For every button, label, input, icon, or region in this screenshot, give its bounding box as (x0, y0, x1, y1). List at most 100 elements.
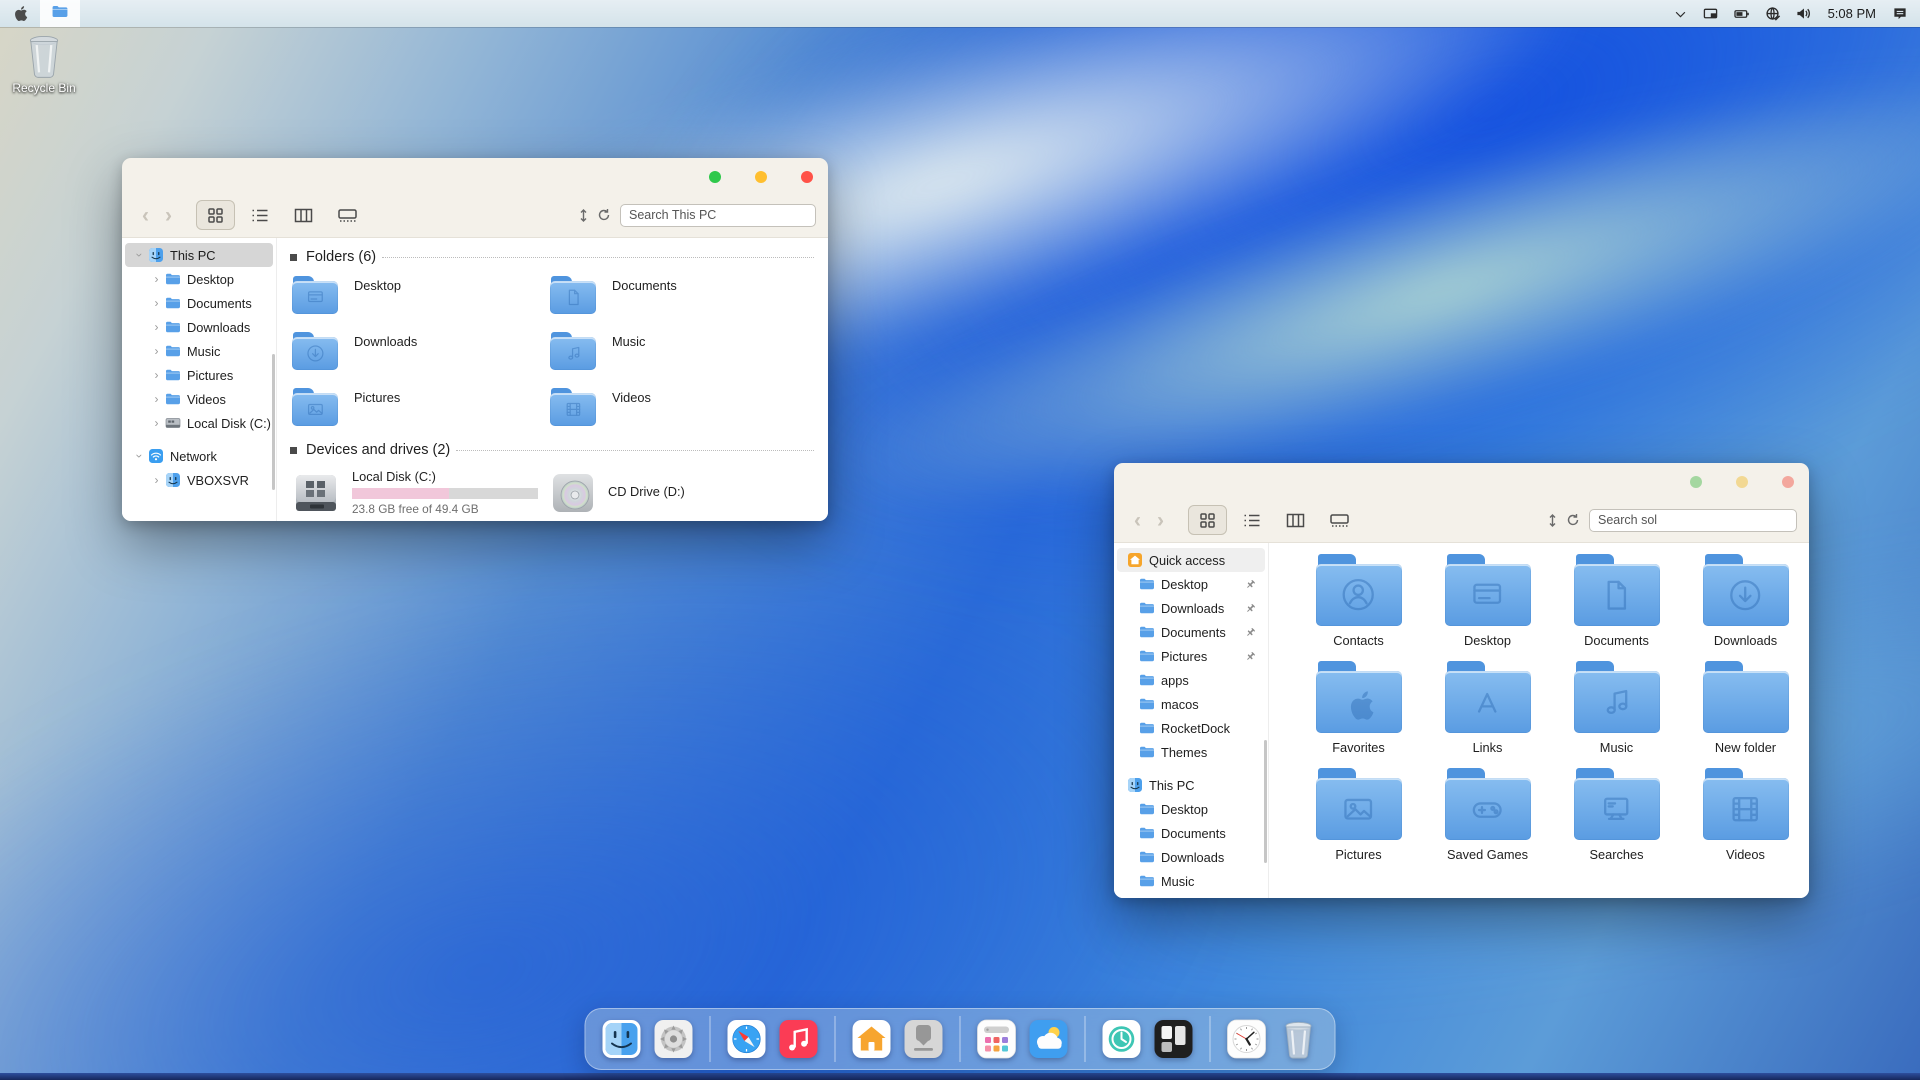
folder-tile[interactable]: Documents (550, 276, 808, 316)
sidebar-item[interactable]: This PC (125, 243, 273, 267)
dock-separator-icon[interactable] (1085, 1016, 1086, 1062)
minimize-button[interactable] (755, 171, 767, 183)
folder-tile[interactable]: Downloads (292, 332, 550, 372)
close-button[interactable] (801, 171, 813, 183)
file-grid-item[interactable]: Saved Games (1423, 768, 1552, 862)
forward-button[interactable]: › (157, 205, 180, 226)
chevron-up-tray-icon[interactable] (1673, 7, 1688, 21)
collapse-group-icon[interactable] (290, 447, 297, 454)
sidebar-item[interactable]: Themes (1117, 740, 1265, 764)
file-grid-item[interactable]: Contacts (1294, 554, 1423, 648)
dock-separator-icon[interactable] (1210, 1016, 1211, 1062)
recycle-bin[interactable]: Recycle Bin (6, 33, 82, 95)
file-grid-item[interactable]: New folder (1681, 661, 1809, 755)
file-grid-item[interactable]: Desktop (1423, 554, 1552, 648)
sidebar-item[interactable]: Pictures (125, 363, 273, 387)
folder-tile[interactable]: Videos (550, 388, 808, 428)
expander-icon[interactable] (150, 296, 163, 310)
expander-icon[interactable] (133, 249, 147, 262)
sidebar-item[interactable]: Desktop (125, 267, 273, 291)
dock-separator-icon[interactable] (835, 1016, 836, 1062)
file-grid-item[interactable]: Videos (1681, 768, 1809, 862)
sidebar-group-quick-access[interactable]: Quick access (1117, 548, 1265, 572)
close-button[interactable] (1782, 476, 1794, 488)
expander-icon[interactable] (150, 392, 163, 406)
dock-separator-icon[interactable] (710, 1016, 711, 1062)
drive-tile-cd[interactable]: CD Drive (D:) (550, 469, 808, 517)
sidebar-item[interactable]: Desktop (1117, 797, 1265, 821)
sidebar-item[interactable]: Network (125, 444, 273, 468)
back-button[interactable]: ‹ (134, 205, 157, 226)
sidebar-item[interactable]: Music (125, 339, 273, 363)
active-app-indicator[interactable] (40, 0, 80, 27)
maximize-button[interactable] (709, 171, 721, 183)
coverflow-view-button[interactable] (1320, 505, 1359, 535)
dock-launchpad-icon[interactable] (975, 1017, 1019, 1061)
sidebar-item[interactable]: Downloads (1117, 845, 1265, 869)
network-globe-icon[interactable] (1765, 6, 1781, 22)
folder-tile[interactable]: Pictures (292, 388, 550, 428)
sidebar-item[interactable]: Videos (125, 387, 273, 411)
window-titlebar[interactable] (122, 158, 828, 194)
list-view-button[interactable] (1232, 505, 1271, 535)
minimize-button[interactable] (1736, 476, 1748, 488)
dock-weather-icon[interactable] (1027, 1017, 1071, 1061)
drive-tile-local-disk[interactable]: Local Disk (C:) 23.8 GB free of 49.4 GB (292, 469, 550, 517)
sidebar-item[interactable]: Documents (125, 291, 273, 315)
expander-icon[interactable] (150, 320, 163, 334)
forward-button[interactable]: › (1149, 510, 1172, 531)
file-grid-item[interactable]: Pictures (1294, 768, 1423, 862)
window-titlebar[interactable] (1114, 463, 1809, 499)
expander-icon[interactable] (150, 368, 163, 382)
file-grid-item[interactable]: Documents (1552, 554, 1681, 648)
sidebar-item[interactable]: Music (1117, 869, 1265, 893)
file-grid-item[interactable]: Searches (1552, 768, 1681, 862)
expander-icon[interactable] (150, 473, 163, 487)
sidebar-item[interactable]: macos (1117, 692, 1265, 716)
dock-time-machine-icon[interactable] (1100, 1017, 1144, 1061)
sidebar-item[interactable]: apps (1117, 668, 1265, 692)
sidebar-item[interactable]: Documents (1117, 821, 1265, 845)
back-button[interactable]: ‹ (1126, 510, 1149, 531)
expander-icon[interactable] (150, 272, 163, 286)
dock-music-icon[interactable] (777, 1017, 821, 1061)
dock-trash-icon[interactable] (1277, 1017, 1321, 1061)
battery-icon[interactable] (1733, 7, 1751, 21)
columns-view-button[interactable] (1276, 505, 1315, 535)
sidebar-group-this-pc[interactable]: This PC (1117, 773, 1265, 797)
sidebar-scrollbar[interactable] (272, 354, 275, 490)
sidebar-scrollbar[interactable] (1264, 740, 1267, 863)
file-grid-item[interactable]: Downloads (1681, 554, 1809, 648)
columns-view-button[interactable] (284, 200, 323, 230)
dock-home-icon[interactable] (850, 1017, 894, 1061)
clock-time[interactable]: 5:08 PM (1828, 6, 1876, 21)
file-grid-item[interactable]: Favorites (1294, 661, 1423, 755)
collapse-group-icon[interactable] (290, 254, 297, 261)
dock-system-settings-icon[interactable] (652, 1017, 696, 1061)
search-input[interactable] (1589, 509, 1797, 532)
cast-display-icon[interactable] (1702, 6, 1719, 21)
maximize-button[interactable] (1690, 476, 1702, 488)
dock-dispenser-icon[interactable] (902, 1017, 946, 1061)
sidebar-item[interactable]: VBOXSVR (125, 468, 273, 492)
sidebar-item[interactable]: Local Disk (C:) (125, 411, 273, 435)
grid-view-button[interactable] (1188, 505, 1227, 535)
grid-view-button[interactable] (196, 200, 235, 230)
section-header-devices[interactable]: Devices and drives (2) (290, 438, 814, 462)
file-grid-item[interactable]: Music (1552, 661, 1681, 755)
dock-safari-icon[interactable] (725, 1017, 769, 1061)
file-grid-item[interactable]: Links (1423, 661, 1552, 755)
folder-tile[interactable]: Desktop (292, 276, 550, 316)
sort-order-icon[interactable] (1548, 514, 1557, 527)
coverflow-view-button[interactable] (328, 200, 367, 230)
list-view-button[interactable] (240, 200, 279, 230)
sidebar-item[interactable]: Documents (1117, 620, 1265, 644)
volume-icon[interactable] (1795, 6, 1812, 21)
search-input[interactable] (620, 204, 816, 227)
folder-tile[interactable]: Music (550, 332, 808, 372)
dock-window-tiles-icon[interactable] (1152, 1017, 1196, 1061)
expander-icon[interactable] (150, 416, 163, 430)
sidebar-item[interactable]: Downloads (1117, 596, 1265, 620)
dock-finder-icon[interactable] (600, 1017, 644, 1061)
sidebar-item[interactable]: Desktop (1117, 572, 1265, 596)
